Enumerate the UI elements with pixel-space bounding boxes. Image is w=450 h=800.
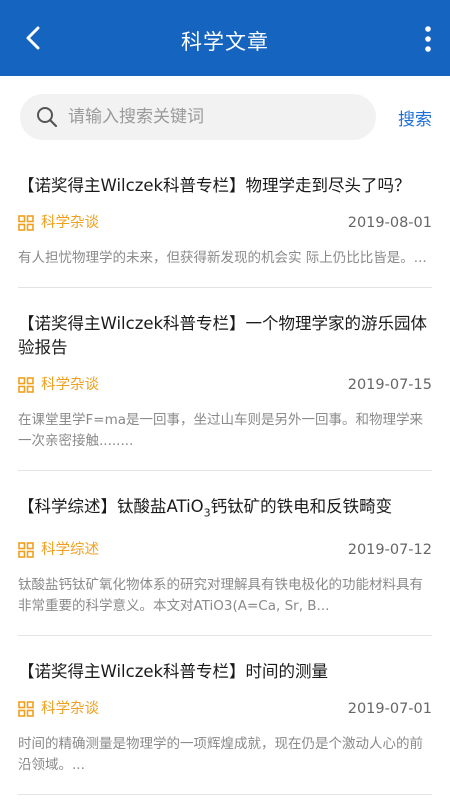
- search-box[interactable]: [20, 94, 376, 140]
- article-meta: 科学综述 2019-07-12: [18, 539, 432, 563]
- article-summary: 在课堂里学F=ma是一回事，坐过山车则是另外一回事。和物理学来一次亲密接触...…: [18, 412, 423, 449]
- article-meta: 科学杂谈 2019-07-15: [18, 374, 432, 398]
- article-category: 科学杂谈: [41, 215, 99, 231]
- article-title: 【诺奖得主Wilczek科普专栏】一个物理学家的游乐园体验报告: [18, 314, 428, 357]
- article-category: 科学杂谈: [41, 701, 99, 718]
- article-meta: 科学杂谈 2019-08-01: [18, 212, 432, 236]
- article-item[interactable]: 【诺奖得主Wilczek科普专栏】物理学走到尽头了吗？ 科学杂谈 2019-08…: [18, 150, 432, 288]
- article-title-part: 【科学综述】钛酸盐ATiO: [18, 497, 204, 516]
- category-grid-icon: [18, 215, 34, 231]
- article-title-subscript: 3: [203, 506, 211, 520]
- more-vert-icon[interactable]: [420, 24, 436, 54]
- article-meta: 科学杂谈 2019-07-01: [18, 698, 432, 722]
- article-date: 2019-07-12: [347, 542, 432, 559]
- article-summary: 钛酸盐钙钛矿氧化物体系的研究对理解具有铁电极化的功能材料具有非常重要的科学意义。…: [18, 577, 423, 615]
- search-icon: [37, 107, 58, 128]
- article-category: 科学综述: [41, 542, 99, 559]
- article-summary: 时间的精确测量是物理学的一项辉煌成就，现在仍是个激动人心的前沿领域。...: [18, 736, 423, 774]
- category-grid-icon: [18, 701, 34, 718]
- article-category: 科学杂谈: [41, 377, 99, 393]
- article-item[interactable]: 【诺奖得主Wilczek科普专栏】时间的测量 科学杂谈 2019-07-01 时…: [18, 636, 432, 796]
- app-bar: 科学文章: [0, 0, 450, 76]
- search-row: 搜索: [20, 94, 434, 140]
- article-summary: 有人担忧物理学的未来，但获得新发现的机会实 际上仍比比皆是。...: [18, 250, 427, 266]
- category-grid-icon: [18, 377, 34, 393]
- article-title: 【科学综述】钛酸盐ATiO3钙钛矿的铁电和反铁畸变: [18, 495, 432, 525]
- article-title: 【诺奖得主Wilczek科普专栏】物理学走到尽头了吗？: [18, 176, 411, 195]
- category-grid-icon: [18, 542, 34, 559]
- search-input[interactable]: [68, 94, 364, 140]
- article-list: 【诺奖得主Wilczek科普专栏】物理学走到尽头了吗？ 科学杂谈 2019-08…: [0, 150, 450, 796]
- article-date: 2019-07-01: [347, 701, 432, 718]
- article-date: 2019-08-01: [347, 215, 432, 231]
- article-title: 【诺奖得主Wilczek科普专栏】时间的测量: [18, 662, 329, 682]
- page-title: 科学文章: [181, 30, 269, 54]
- article-title-part: 钙钛矿的铁电和反铁畸变: [210, 497, 393, 516]
- article-item[interactable]: 【诺奖得主Wilczek科普专栏】一个物理学家的游乐园体验报告 科学杂谈 201…: [18, 288, 432, 471]
- article-date: 2019-07-15: [347, 377, 432, 393]
- article-item[interactable]: 【科学综述】钛酸盐ATiO3钙钛矿的铁电和反铁畸变 科学综述 2019-07-1…: [18, 471, 432, 637]
- search-button[interactable]: 搜索: [398, 105, 432, 130]
